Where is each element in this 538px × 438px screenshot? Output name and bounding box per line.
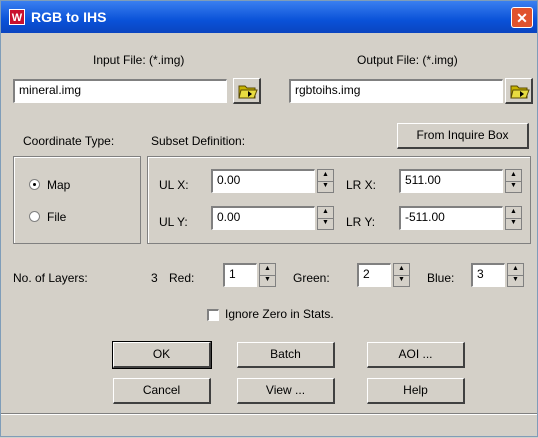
radio-file-label: File xyxy=(47,210,67,224)
blue-spinner[interactable]: ▲ ▼ xyxy=(507,263,524,287)
radio-file[interactable] xyxy=(29,211,40,222)
app-icon: W xyxy=(9,9,25,25)
green-label: Green: xyxy=(293,271,330,285)
cancel-button[interactable]: Cancel xyxy=(113,378,211,404)
view-button[interactable]: View ... xyxy=(237,378,335,404)
from-inquire-box-button[interactable]: From Inquire Box xyxy=(397,123,529,149)
lry-field[interactable]: -511.00 xyxy=(399,206,503,230)
coordinate-type-label: Coordinate Type: xyxy=(23,134,115,148)
spin-down-icon[interactable]: ▼ xyxy=(506,218,521,229)
input-file-field[interactable]: mineral.img xyxy=(13,79,227,103)
lry-label: LR Y: xyxy=(346,215,376,229)
spin-down-icon[interactable]: ▼ xyxy=(394,275,409,286)
radio-map-label: Map xyxy=(47,178,71,192)
lrx-field[interactable]: 511.00 xyxy=(399,169,503,193)
ulx-label: UL X: xyxy=(159,178,189,192)
ignore-zero-label: Ignore Zero in Stats. xyxy=(225,307,334,321)
close-button[interactable]: ✕ xyxy=(511,7,533,28)
spin-down-icon[interactable]: ▼ xyxy=(506,181,521,192)
ignore-zero-checkbox[interactable] xyxy=(207,309,219,321)
green-spinner[interactable]: ▲ ▼ xyxy=(393,263,410,287)
red-field[interactable]: 1 xyxy=(223,263,257,287)
title-bar[interactable]: W RGB to IHS ✕ xyxy=(1,1,537,33)
spin-down-icon[interactable]: ▼ xyxy=(318,218,333,229)
dialog-window: W RGB to IHS ✕ Input File: (*.img) miner… xyxy=(0,0,538,437)
help-button[interactable]: Help xyxy=(367,378,465,404)
aoi-button[interactable]: AOI ... xyxy=(367,342,465,368)
lrx-spinner[interactable]: ▲ ▼ xyxy=(505,169,522,193)
radio-map[interactable] xyxy=(29,179,40,190)
window-title: RGB to IHS xyxy=(31,9,107,25)
spin-down-icon[interactable]: ▼ xyxy=(318,181,333,192)
output-file-label: Output File: (*.img) xyxy=(357,53,458,67)
no-of-layers-value: 3 xyxy=(151,271,158,285)
batch-button[interactable]: Batch xyxy=(237,342,335,368)
red-spinner[interactable]: ▲ ▼ xyxy=(259,263,276,287)
ok-button[interactable]: OK xyxy=(112,341,212,369)
spin-down-icon[interactable]: ▼ xyxy=(508,275,523,286)
uly-label: UL Y: xyxy=(159,215,188,229)
input-folder-button[interactable] xyxy=(233,78,261,104)
folder-open-icon xyxy=(238,85,258,99)
blue-field[interactable]: 3 xyxy=(471,263,505,287)
folder-open-icon xyxy=(510,85,530,99)
red-label: Red: xyxy=(169,271,195,285)
blue-label: Blue: xyxy=(427,271,455,285)
output-file-field[interactable]: rgbtoihs.img xyxy=(289,79,503,103)
green-field[interactable]: 2 xyxy=(357,263,391,287)
lrx-label: LR X: xyxy=(346,178,377,192)
uly-field[interactable]: 0.00 xyxy=(211,206,315,230)
no-of-layers-label: No. of Layers: xyxy=(13,271,88,285)
ulx-field[interactable]: 0.00 xyxy=(211,169,315,193)
ulx-spinner[interactable]: ▲ ▼ xyxy=(317,169,334,193)
coordinate-type-group xyxy=(13,156,141,244)
lry-spinner[interactable]: ▲ ▼ xyxy=(505,206,522,230)
spin-down-icon[interactable]: ▼ xyxy=(260,275,275,286)
status-bar xyxy=(1,413,537,438)
subset-definition-label: Subset Definition: xyxy=(151,134,246,148)
input-file-label: Input File: (*.img) xyxy=(93,53,185,67)
output-folder-button[interactable] xyxy=(505,78,533,104)
uly-spinner[interactable]: ▲ ▼ xyxy=(317,206,334,230)
